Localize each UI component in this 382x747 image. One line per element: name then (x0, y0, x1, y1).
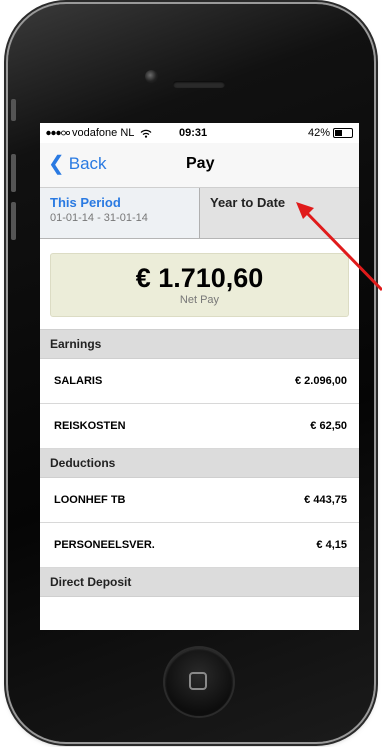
status-bar: vodafone NL 09:31 42% (40, 123, 359, 143)
carrier-group: vodafone NL (46, 127, 152, 139)
battery-group: 42% (308, 127, 353, 139)
home-button[interactable] (165, 648, 233, 716)
row-value: € 443,75 (304, 494, 347, 506)
battery-fill (335, 130, 342, 136)
page-title: Pay (186, 155, 215, 172)
back-button[interactable]: ❮ Back (48, 154, 107, 174)
earpiece-speaker (173, 81, 225, 88)
battery-percent: 42% (307, 127, 330, 139)
signal-dots-icon (46, 130, 70, 136)
mute-switch (11, 99, 16, 121)
status-time: 09:31 (179, 127, 208, 139)
row-label: PERSONEELSVER. (54, 539, 155, 551)
tab-year-to-date[interactable]: Year to Date (200, 188, 359, 238)
app-screen: vodafone NL 09:31 42% ❮ Back Pay This Pe… (40, 123, 359, 630)
volume-up-button (11, 154, 16, 192)
direct-deposit-header: Direct Deposit (40, 568, 359, 597)
tab-this-period[interactable]: This Period 01-01-14 - 31-01-14 (40, 188, 200, 238)
battery-icon (333, 128, 353, 138)
net-pay-section: € 1.710,60 Net Pay (40, 239, 359, 330)
earnings-header: Earnings (40, 330, 359, 359)
period-segmented-control: This Period 01-01-14 - 31-01-14 Year to … (40, 188, 359, 239)
row-label: REISKOSTEN (54, 420, 126, 432)
table-row[interactable]: REISKOSTEN € 62,50 (40, 404, 359, 449)
net-pay-label: Net Pay (179, 294, 220, 306)
chevron-left-icon: ❮ (48, 152, 65, 175)
tab-label: This Period (50, 195, 121, 210)
net-pay-amount: € 1.710,60 (135, 263, 264, 293)
row-label: LOONHEF TB (54, 494, 126, 506)
net-pay-card: € 1.710,60 Net Pay (50, 253, 349, 317)
home-square-icon (189, 672, 207, 690)
wifi-icon (140, 129, 152, 138)
table-row[interactable]: SALARIS € 2.096,00 (40, 359, 359, 404)
table-row[interactable]: LOONHEF TB € 443,75 (40, 478, 359, 523)
volume-down-button (11, 202, 16, 240)
row-value: € 2.096,00 (295, 375, 347, 387)
front-camera-icon (145, 70, 158, 83)
carrier-name: vodafone NL (72, 127, 135, 139)
table-row[interactable]: PERSONEELSVER. € 4,15 (40, 523, 359, 568)
tab-label: Year to Date (210, 195, 286, 210)
deductions-header: Deductions (40, 449, 359, 478)
row-value: € 62,50 (310, 420, 347, 432)
navigation-bar: ❮ Back Pay (40, 143, 359, 188)
back-label: Back (68, 154, 107, 173)
row-label: SALARIS (54, 375, 103, 387)
period-range: 01-01-14 - 31-01-14 (50, 212, 148, 224)
row-value: € 4,15 (316, 539, 347, 551)
